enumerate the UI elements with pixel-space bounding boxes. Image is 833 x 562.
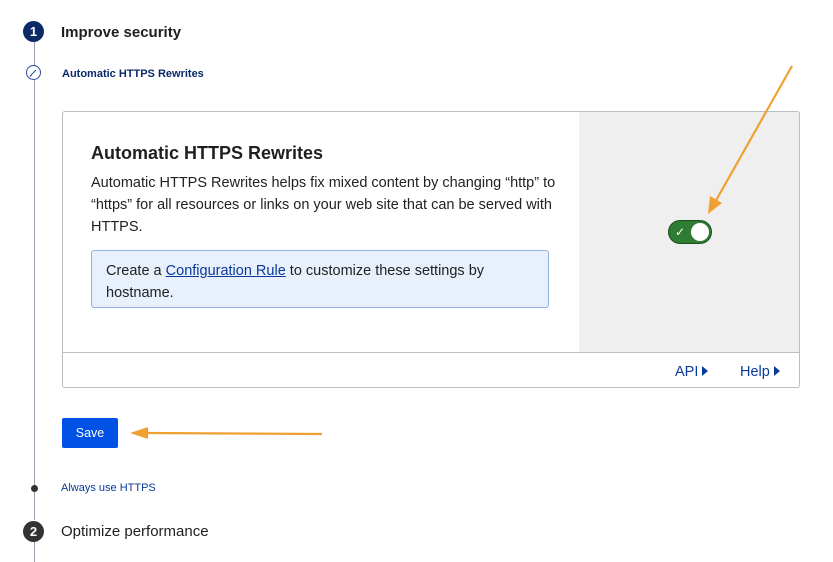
https-rewrites-toggle[interactable]: ✓ — [668, 220, 712, 244]
substep-label-current[interactable]: Automatic HTTPS Rewrites — [62, 68, 204, 80]
timeline-line — [34, 42, 35, 520]
setting-card: Automatic HTTPS Rewrites Automatic HTTPS… — [62, 111, 800, 388]
info-text-prefix: Create a — [106, 263, 166, 279]
triangle-right-icon — [702, 366, 709, 376]
toggle-knob — [691, 223, 709, 241]
card-description: Automatic HTTPS Rewrites helps fix mixed… — [91, 175, 556, 235]
timeline-line-bottom — [34, 542, 35, 562]
pencil-icon — [26, 65, 41, 80]
card-content: Automatic HTTPS Rewrites Automatic HTTPS… — [63, 112, 580, 352]
step-number-badge: 2 — [23, 521, 44, 542]
step-title: Improve security — [61, 24, 182, 41]
card-control-panel: ✓ — [579, 112, 799, 352]
info-box: Create a Configuration Rule to customize… — [91, 250, 549, 308]
configuration-rule-link[interactable]: Configuration Rule — [166, 263, 286, 279]
check-icon: ✓ — [675, 225, 686, 239]
triangle-right-icon — [773, 366, 780, 376]
substep-dot — [31, 485, 38, 492]
step-number-badge: 1 — [23, 21, 44, 42]
save-button[interactable]: Save — [62, 418, 118, 448]
substep-label-next[interactable]: Always use HTTPS — [61, 482, 156, 494]
step-title: Optimize performance — [61, 523, 209, 540]
card-footer: API Help — [63, 352, 799, 387]
help-link[interactable]: Help — [740, 364, 780, 380]
card-title: Automatic HTTPS Rewrites — [91, 143, 324, 163]
api-link[interactable]: API — [675, 364, 709, 380]
